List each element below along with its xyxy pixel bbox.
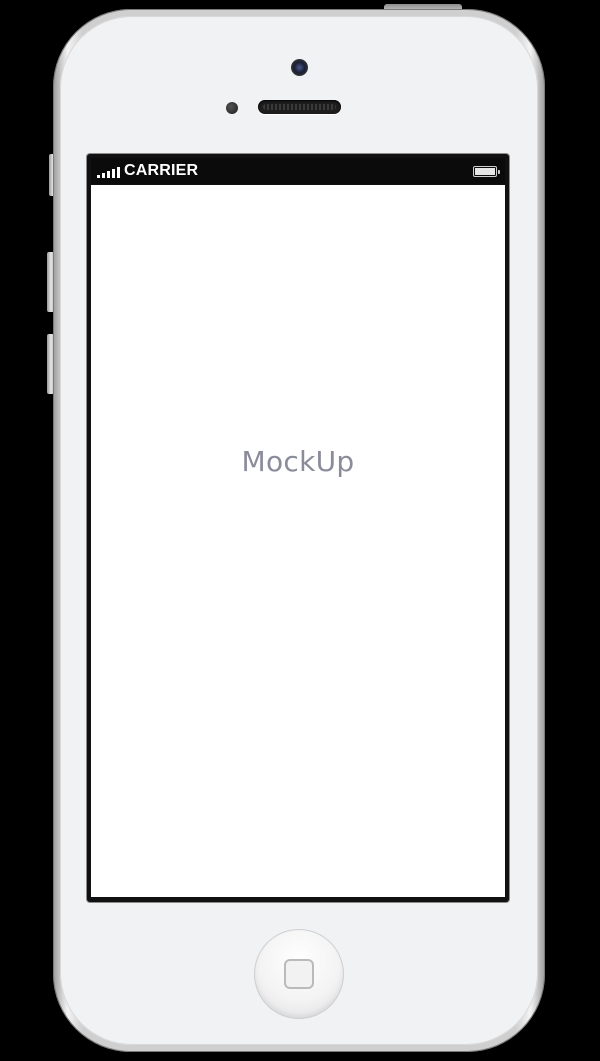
- status-bar: CARRIER: [91, 158, 505, 184]
- earpiece-speaker-icon: [258, 100, 341, 114]
- front-camera-icon: [291, 59, 308, 76]
- home-button[interactable]: [254, 929, 344, 1019]
- phone-face: CARRIER MockUp: [60, 16, 538, 1045]
- phone-frame: CARRIER MockUp: [53, 9, 545, 1052]
- device-mockup-stage: CARRIER MockUp: [0, 0, 600, 1061]
- mockup-placeholder-text: MockUp: [241, 444, 355, 478]
- battery-icon: [473, 166, 500, 177]
- signal-bars-icon: [97, 166, 121, 178]
- phone-screen: CARRIER MockUp: [87, 154, 509, 902]
- carrier-label: CARRIER: [124, 162, 199, 179]
- home-square-icon: [284, 959, 314, 989]
- battery-level-fill: [475, 168, 495, 175]
- proximity-sensor-icon: [226, 102, 238, 114]
- screen-display[interactable]: MockUp: [91, 185, 505, 897]
